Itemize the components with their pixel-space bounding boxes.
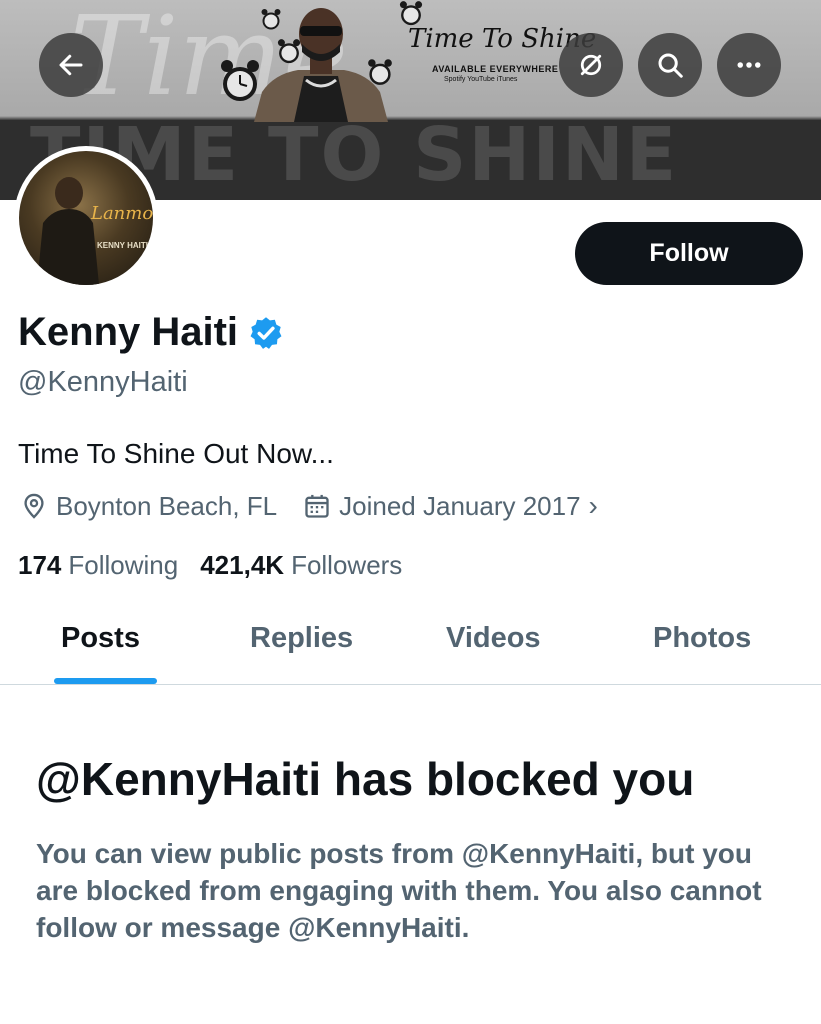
no-sync-icon xyxy=(580,54,602,76)
display-name: Kenny Haiti xyxy=(18,310,239,354)
profile-tabs: Posts Replies Videos Photos xyxy=(0,600,821,685)
profile-joined[interactable]: Joined January 2017 xyxy=(339,491,580,522)
following-count: 174 xyxy=(18,550,62,580)
no-sync-button[interactable] xyxy=(559,33,623,97)
blocked-title: @KennyHaiti has blocked you xyxy=(36,753,695,805)
profile-location: Boynton Beach, FL xyxy=(56,490,278,521)
avatar-title: Lanmou xyxy=(91,203,153,224)
avatar-figure xyxy=(37,177,99,285)
artist-photo xyxy=(254,8,388,122)
active-tab-indicator xyxy=(54,678,157,684)
followers-count: 421,4K xyxy=(200,550,285,580)
display-name-row: Kenny Haiti xyxy=(18,310,284,355)
following-link[interactable]: 174 Following xyxy=(18,550,178,581)
tab-replies[interactable]: Replies xyxy=(250,622,353,655)
profile-avatar[interactable]: Lanmou KENNY HAITI xyxy=(14,146,158,290)
arrow-left-icon xyxy=(59,54,83,76)
tab-posts[interactable]: Posts xyxy=(61,622,140,655)
more-icon xyxy=(737,62,761,68)
profile-bio: Time To Shine Out Now... xyxy=(18,438,334,469)
more-button[interactable] xyxy=(717,33,781,97)
follow-counts: 174 Following 421,4K Followers xyxy=(18,550,402,581)
avatar-artist: KENNY HAITI xyxy=(97,241,148,250)
followers-link[interactable]: 421,4K Followers xyxy=(200,550,402,581)
banner-platforms: Spotify YouTube iTunes xyxy=(444,76,518,83)
tab-videos[interactable]: Videos xyxy=(446,622,541,655)
follow-button[interactable]: Follow xyxy=(575,222,803,285)
calendar-icon xyxy=(305,494,329,518)
blocked-message: You can view public posts from @KennyHai… xyxy=(36,838,762,943)
tab-photos[interactable]: Photos xyxy=(653,622,751,655)
back-button[interactable] xyxy=(39,33,103,97)
location-pin-icon xyxy=(24,493,44,519)
profile-meta: Boynton Beach, FL Joined January 2017 › xyxy=(20,490,598,522)
banner-subtitle: AVAILABLE EVERYWHERE xyxy=(432,64,559,74)
followers-label: Followers xyxy=(291,550,403,580)
search-button[interactable] xyxy=(638,33,702,97)
avatar-image: Lanmou KENNY HAITI xyxy=(19,151,153,285)
following-label: Following xyxy=(68,550,179,580)
search-icon xyxy=(658,53,683,78)
chevron-right-icon[interactable]: › xyxy=(589,490,598,522)
verified-badge-icon[interactable] xyxy=(248,315,284,351)
profile-handle: @KennyHaiti xyxy=(18,366,188,398)
